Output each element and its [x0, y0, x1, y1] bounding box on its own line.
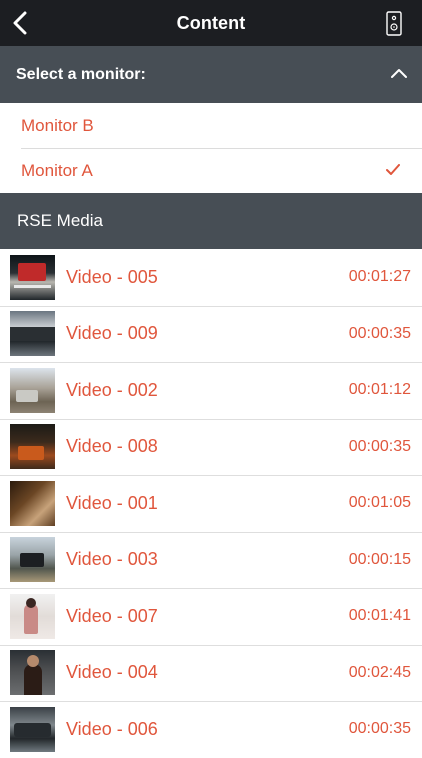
- video-title: Video - 002: [66, 379, 158, 400]
- video-list-item[interactable]: Video - 007 00:01:41: [0, 588, 422, 645]
- video-thumbnail: [10, 537, 55, 583]
- section-header: RSE Media: [0, 193, 422, 249]
- video-list-item[interactable]: Video - 003 00:00:15: [0, 531, 422, 589]
- monitor-option-a[interactable]: Monitor A: [0, 148, 422, 193]
- video-thumbnail: [10, 706, 55, 752]
- video-list-item[interactable]: Video - 002 00:01:12: [0, 362, 422, 419]
- video-thumbnail: [10, 650, 55, 696]
- video-list: Video - 005 00:01:27 Video - 009 00:00:3…: [0, 249, 422, 758]
- video-duration: 00:01:41: [348, 607, 411, 625]
- video-title: Video - 006: [66, 718, 158, 739]
- video-title: Video - 008: [66, 436, 158, 457]
- video-title: Video - 005: [66, 266, 158, 287]
- video-duration: 00:00:35: [348, 324, 411, 342]
- video-title: Video - 003: [66, 549, 158, 570]
- video-thumbnail: [10, 424, 55, 470]
- video-duration: 00:01:12: [348, 381, 411, 399]
- monitor-list: Monitor B Monitor A: [0, 103, 422, 193]
- chevron-left-icon[interactable]: [11, 11, 31, 35]
- video-thumbnail: [10, 480, 55, 526]
- section-title: RSE Media: [17, 211, 103, 230]
- video-duration: 00:00:35: [348, 720, 411, 738]
- video-list-item[interactable]: Video - 006 00:00:35: [0, 701, 422, 758]
- remote-control-icon[interactable]: [386, 11, 402, 36]
- page-title: Content: [176, 12, 246, 33]
- video-list-item[interactable]: Video - 009 00:00:35: [0, 305, 422, 363]
- video-duration: 00:01:05: [348, 494, 411, 512]
- video-list-item[interactable]: Video - 008 00:00:35: [0, 418, 422, 476]
- video-title: Video - 009: [66, 323, 158, 344]
- video-thumbnail: [10, 367, 55, 413]
- monitor-option-b[interactable]: Monitor B: [0, 103, 422, 148]
- chevron-up-icon[interactable]: [391, 68, 407, 78]
- video-duration: 00:00:15: [348, 550, 411, 568]
- monitor-selector-header[interactable]: Select a monitor:: [0, 46, 422, 103]
- video-thumbnail: [10, 593, 55, 639]
- video-title: Video - 004: [66, 662, 158, 683]
- navigation-bar: Content: [0, 0, 422, 46]
- video-duration: 00:01:27: [348, 268, 411, 286]
- video-list-item[interactable]: Video - 004 00:02:45: [0, 644, 422, 702]
- video-list-item[interactable]: Video - 001 00:01:05: [0, 475, 422, 532]
- video-list-item[interactable]: Video - 005 00:01:27: [0, 249, 422, 306]
- checkmark-icon: [386, 164, 400, 175]
- monitor-option-label: Monitor B: [21, 115, 94, 135]
- video-thumbnail: [10, 311, 55, 357]
- video-thumbnail: [10, 254, 55, 300]
- monitor-selector-label: Select a monitor:: [16, 65, 146, 83]
- monitor-option-label: Monitor A: [21, 160, 93, 180]
- video-title: Video - 001: [66, 492, 158, 513]
- video-duration: 00:00:35: [348, 437, 411, 455]
- video-duration: 00:02:45: [348, 663, 411, 681]
- video-title: Video - 007: [66, 605, 158, 626]
